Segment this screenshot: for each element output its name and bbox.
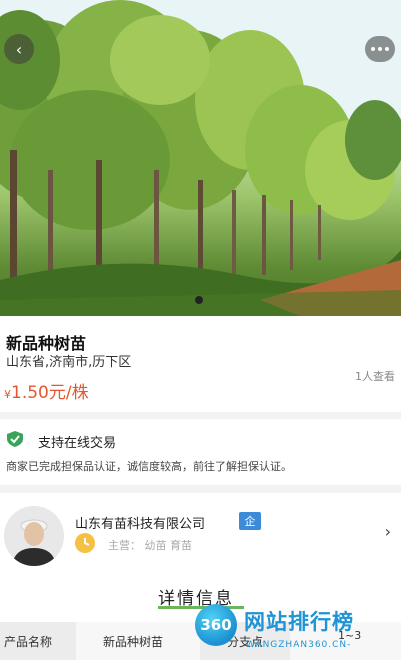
price-value: 1.50元/株 — [11, 383, 89, 403]
carousel-indicator — [195, 296, 203, 304]
currency-symbol: ¥ — [4, 388, 11, 401]
back-button[interactable]: ‹ — [4, 34, 34, 64]
verified-check-icon — [7, 431, 23, 447]
product-photo[interactable]: ‹ — [0, 0, 401, 316]
watermark-text: 网站排行榜 — [244, 610, 354, 634]
merchant-name[interactable]: 山东有苗科技有限公司 — [75, 513, 205, 532]
product-detail-page: ‹ 新品种树苗 山东省,济南市,历下区 ¥1.50元/株 1人查看 支持在线交易… — [0, 0, 401, 660]
spec-value: 新品种树苗 — [103, 635, 164, 649]
watermark: 360 网站排行榜 WANGZHAN360.CN- — [188, 600, 401, 660]
product-price: ¥1.50元/株 — [4, 378, 89, 403]
more-button[interactable] — [365, 36, 395, 62]
avatar-image — [4, 506, 64, 566]
watermark-url: WANGZHAN360.CN- — [246, 640, 352, 650]
guarantee-notice[interactable]: 商家已完成担保品认证，诚信度较高，前往了解担保认证。 — [6, 458, 292, 474]
more-dot — [378, 47, 382, 51]
online-trade-label: 支持在线交易 — [38, 436, 117, 451]
view-count: 1人查看 — [355, 370, 395, 383]
watermark-badge: 360 — [195, 604, 237, 646]
spec-key: 产品名称 — [0, 622, 76, 660]
chevron-right-icon[interactable]: › — [385, 522, 391, 541]
chevron-left-icon: ‹ — [15, 39, 23, 59]
more-dot — [385, 47, 389, 51]
enterprise-badge: 企 — [239, 512, 261, 530]
clock-icon — [75, 533, 95, 553]
product-location: 山东省,济南市,历下区 — [6, 355, 132, 370]
section-divider — [0, 485, 401, 493]
section-divider — [0, 412, 401, 419]
main-business: 主营： 幼苗 育苗 — [108, 539, 192, 552]
tree-nursery-photo — [0, 0, 401, 316]
merchant-avatar[interactable] — [4, 506, 64, 566]
more-dot — [371, 47, 375, 51]
